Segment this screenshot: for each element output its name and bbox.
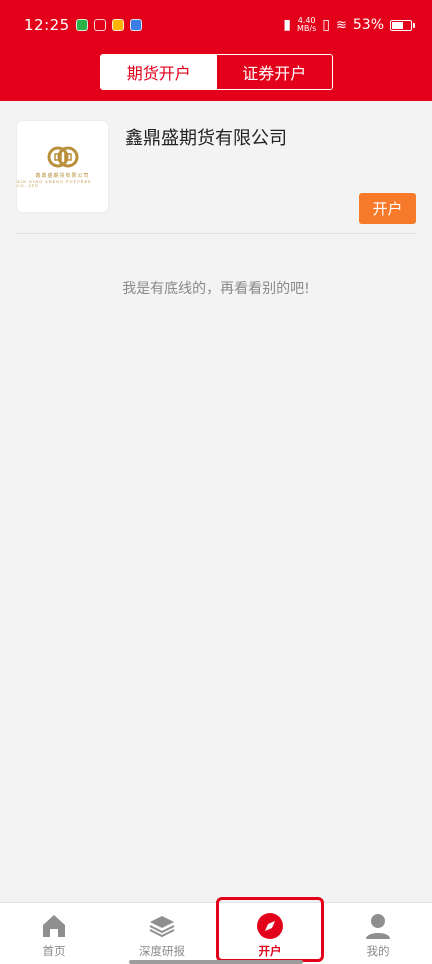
open-account-button[interactable]: 开户 [359,193,416,224]
slash-app-icon [93,19,106,31]
vibrate-icon: ▮ [283,17,291,33]
home-indicator [129,960,303,964]
status-bar: 12:25 ▮ 4.40 MB/s ▯ ≋ 53% [0,0,432,50]
chat-app-icon [129,19,142,31]
tab-securities-account[interactable]: 证券开户 [216,55,332,89]
compass-icon [255,911,285,941]
tab-securities-label: 证券开户 [242,64,307,83]
nav-label-open-account: 开户 [258,944,282,958]
status-time: 12:25 [24,16,70,34]
account-type-tabs: 期货开户 证券开户 [100,54,333,90]
header-bar: 12:25 ▮ 4.40 MB/s ▯ ≋ 53% 期货开户 证券开户 [0,0,432,101]
tab-futures-account[interactable]: 期货开户 [101,55,217,89]
nav-item-research[interactable]: 深度研报 [108,903,216,964]
battery-percent: 53% [352,17,384,33]
nav-label-home: 首页 [42,944,66,958]
nav-item-mine[interactable]: 我的 [324,903,432,964]
nav-item-home[interactable]: 首页 [0,903,108,964]
company-logo: 鑫鼎盛期货有限公司 XIN DING SHENG FUTURES CO.,LTD [17,121,108,212]
tab-futures-label: 期货开户 [126,64,191,83]
logo-english-text: XIN DING SHENG FUTURES CO.,LTD [17,179,92,188]
weibo-icon [111,19,124,31]
layers-icon [147,911,177,941]
status-right: ▮ 4.40 MB/s ▯ ≋ 53% [283,17,415,33]
company-list-item[interactable]: 鑫鼎盛期货有限公司 XIN DING SHENG FUTURES CO.,LTD… [16,120,416,234]
coin-logo-icon [47,146,78,167]
logo-chinese-text: 鑫鼎盛期货有限公司 [35,172,90,179]
status-left: 12:25 [24,16,142,34]
network-speed: 4.40 MB/s [297,17,316,33]
end-of-list-message: 我是有底线的，再看看别的吧! [122,281,310,297]
bottom-navigation: 首页 深度研报 开户 我的 [0,897,432,964]
nav-label-research: 深度研报 [139,944,185,958]
battery-icon [390,19,415,31]
home-icon [39,911,69,941]
sim-icon: ▯ [322,17,330,33]
nav-label-mine: 我的 [366,944,390,958]
user-icon [363,911,393,941]
map-app-icon [75,19,88,31]
network-speed-unit: MB/s [296,24,317,33]
company-name: 鑫鼎盛期货有限公司 [125,128,287,149]
wifi-icon: ≋ [335,17,347,33]
nav-item-open-account[interactable]: 开户 [216,897,324,964]
